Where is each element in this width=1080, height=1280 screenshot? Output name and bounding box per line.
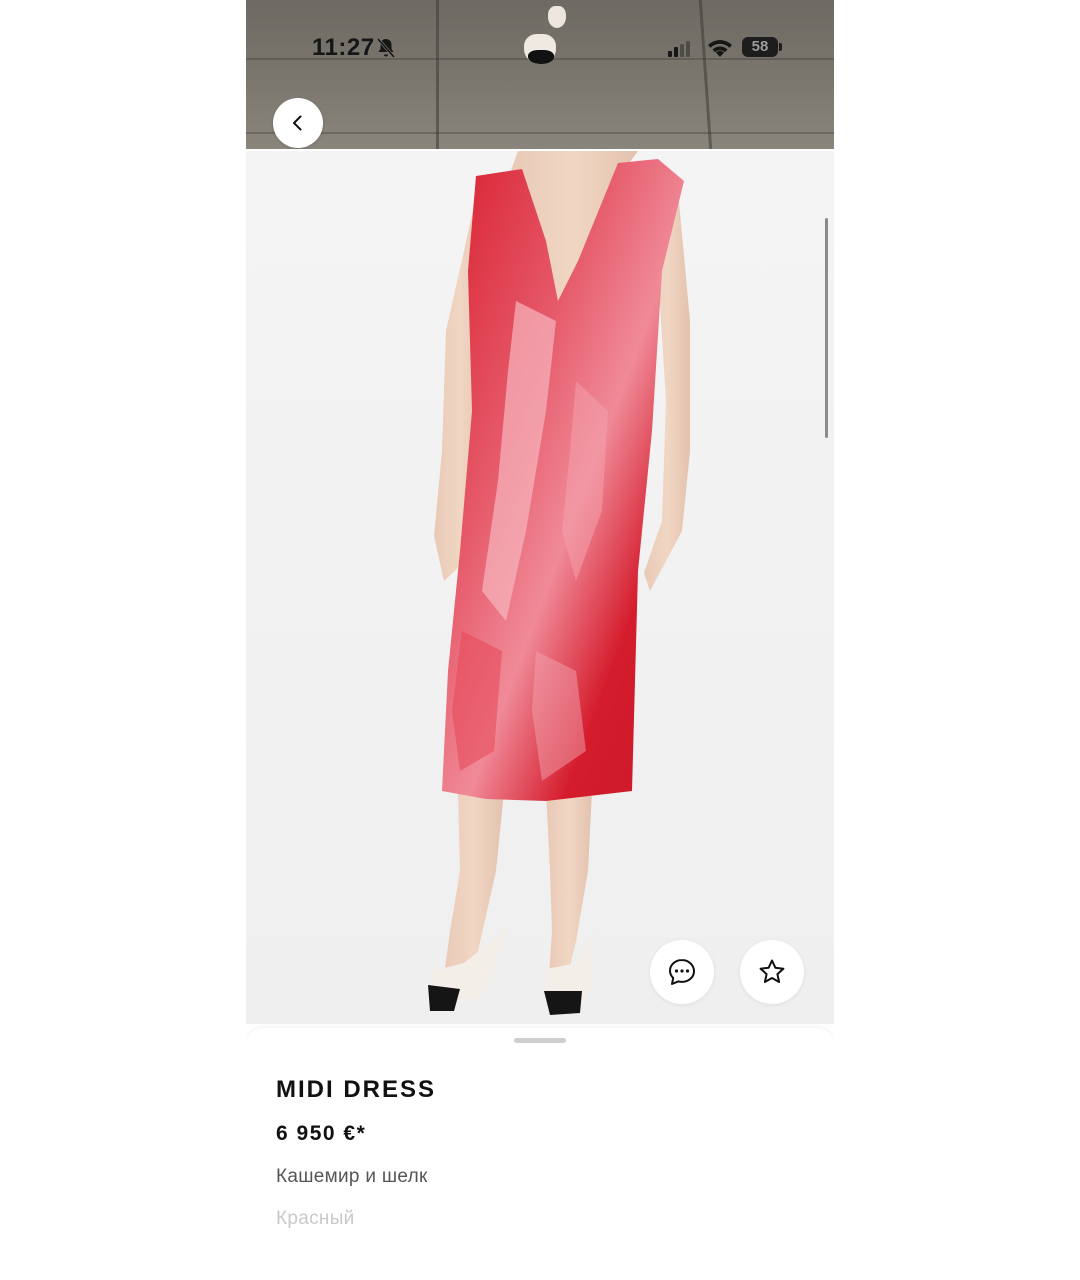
product-photo[interactable] bbox=[246, 151, 834, 1024]
status-time: 11:27 bbox=[312, 34, 375, 61]
battery-indicator: 58 bbox=[742, 37, 778, 57]
chat-bubble-icon bbox=[669, 959, 695, 985]
favorite-button[interactable] bbox=[740, 940, 804, 1004]
product-price: 6 950 €* bbox=[276, 1122, 367, 1145]
star-icon bbox=[759, 959, 785, 983]
product-details-sheet[interactable]: MIDI DRESS 6 950 €* Кашемир и шелк Красн… bbox=[246, 1028, 834, 1280]
product-screen: 11:27 58 MIDI DRESS 6 950 €* Кашемир и ш… bbox=[246, 0, 834, 1280]
product-title: MIDI DRESS bbox=[276, 1076, 437, 1103]
product-material: Кашемир и шелк bbox=[276, 1166, 428, 1187]
dress-illustration bbox=[428, 151, 690, 1015]
bell-muted-icon bbox=[376, 38, 396, 58]
chevron-left-icon bbox=[293, 115, 302, 131]
scroll-indicator[interactable] bbox=[825, 218, 828, 438]
previous-photo: 11:27 58 bbox=[246, 0, 834, 149]
wifi-icon bbox=[708, 40, 732, 57]
status-bar: 11:27 58 bbox=[246, 28, 834, 68]
chat-button[interactable] bbox=[650, 940, 714, 1004]
sheet-handle[interactable] bbox=[514, 1038, 566, 1043]
back-button[interactable] bbox=[273, 98, 323, 148]
signal-icon bbox=[668, 41, 690, 57]
product-color: Красный bbox=[276, 1208, 355, 1229]
battery-cap bbox=[779, 43, 782, 51]
